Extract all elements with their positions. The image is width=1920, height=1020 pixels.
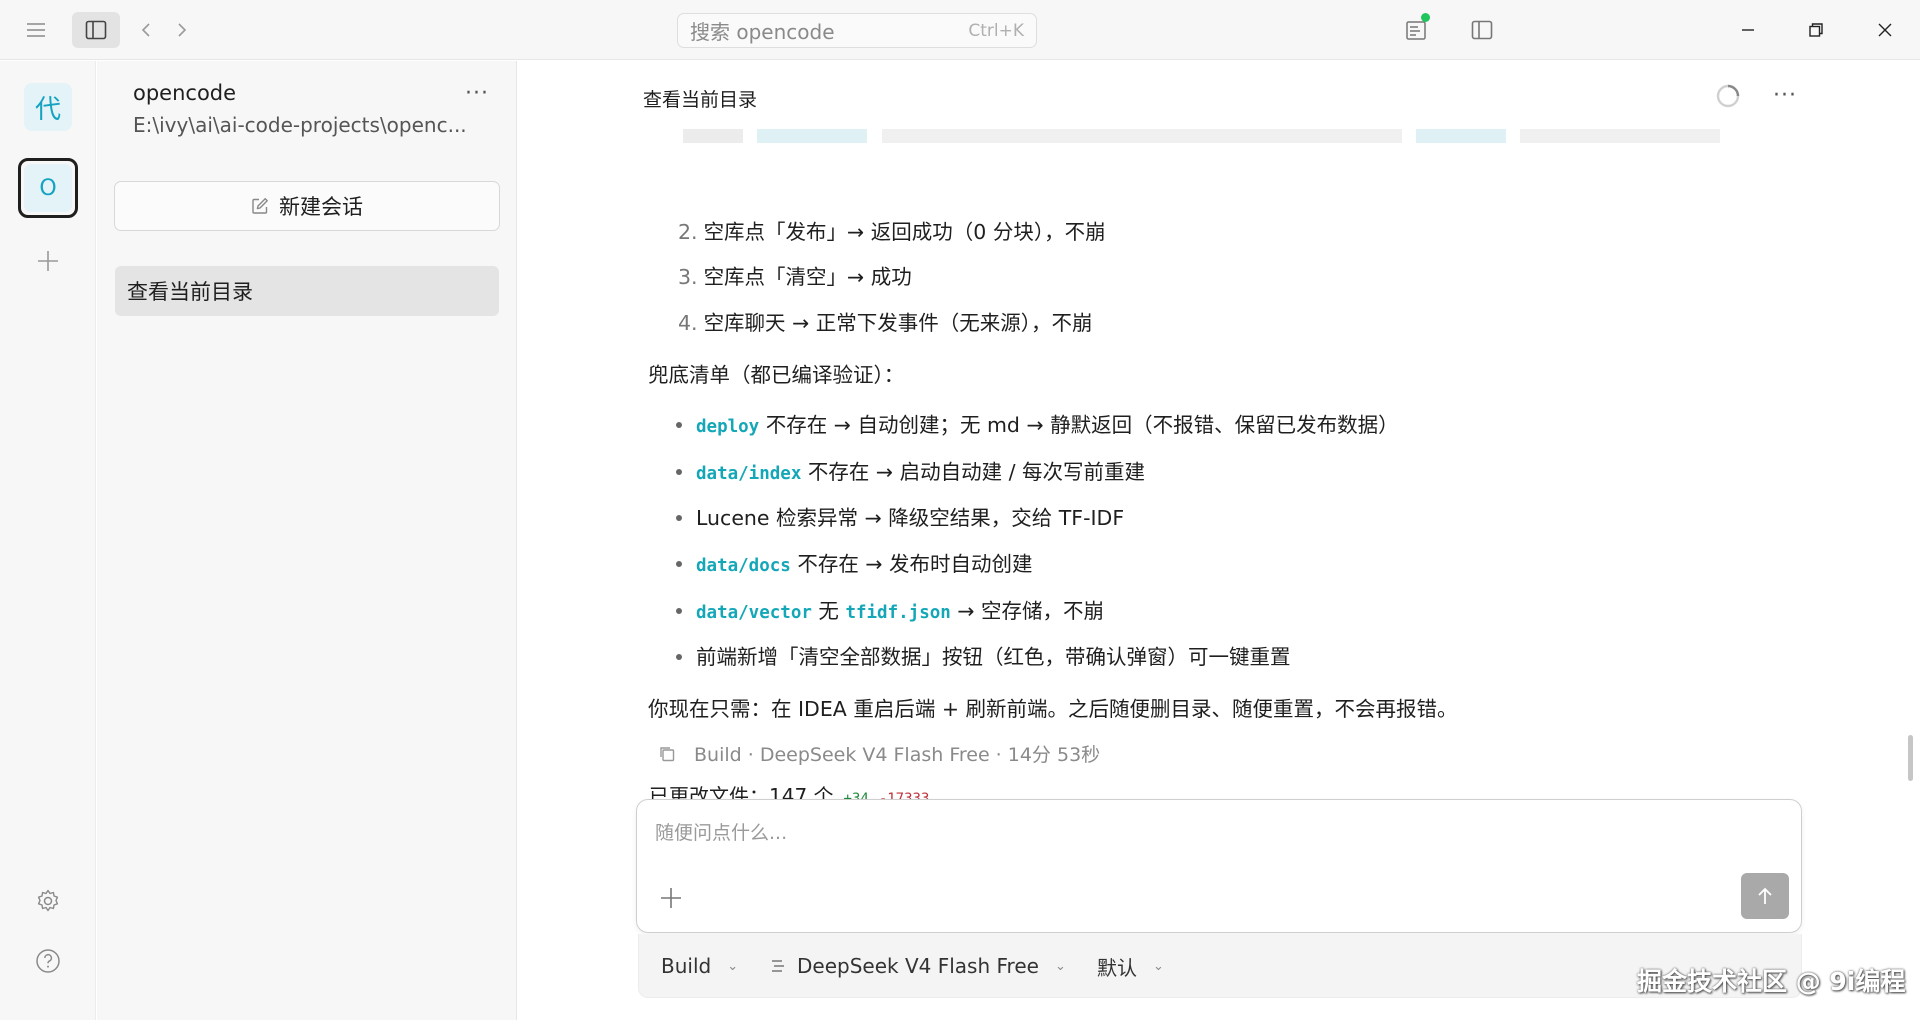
- model-select[interactable]: DeepSeek V4 Flash Free ⌄: [769, 934, 1066, 998]
- prompt-toolbar: Build ⌄ DeepSeek V4 Flash Free ⌄ 默认 ⌄: [638, 934, 1802, 998]
- step-item: 4. 空库聊天 → 正常下发事件（无来源），不崩: [678, 311, 1093, 335]
- minimize-icon[interactable]: [1725, 12, 1771, 48]
- workspace-avatar-label: 代: [34, 94, 61, 125]
- model-provider-icon: [772, 960, 784, 972]
- list-item: Lucene 检索异常 → 降级空结果，交给 TF-IDF: [696, 506, 1125, 530]
- fallback-heading: 兜底清单（都已编译验证）：: [648, 363, 905, 387]
- conversation-more-button[interactable]: ···: [1767, 81, 1803, 109]
- message-meta-text: Build · DeepSeek V4 Flash Free · 14分 53秒: [694, 744, 1101, 766]
- settings-icon[interactable]: [30, 883, 66, 919]
- workspace-rail: 代 O: [0, 61, 96, 1020]
- list-item: 前端新增「清空全部数据」按钮（红色，带确认弹窗）可一键重置: [696, 645, 1291, 669]
- search-input[interactable]: 搜索 opencode Ctrl+K: [677, 13, 1037, 48]
- back-icon[interactable]: [132, 12, 160, 48]
- list-item: data/vector 无 tfidf.json → 空存储，不崩: [696, 599, 1105, 623]
- help-icon[interactable]: [30, 943, 66, 979]
- prompt-placeholder: 随便问点什么...: [655, 822, 788, 844]
- session-item[interactable]: 查看当前目录: [115, 266, 499, 316]
- arrow-up-icon: [1758, 887, 1772, 904]
- conversation-panel: 查看当前目录 ··· 2. 空库点「发布」→ 返回成功（0 分块），不崩 3. 空库…: [518, 61, 1920, 1020]
- workspace-avatar-label: O: [39, 175, 57, 201]
- session-title: 查看当前目录: [127, 280, 253, 304]
- conversation-title: 查看当前目录: [643, 89, 758, 111]
- scrolled-out-line: [683, 122, 1721, 146]
- search-placeholder: 搜索 opencode: [690, 20, 835, 44]
- copy-icon[interactable]: [658, 745, 676, 763]
- add-workspace-icon[interactable]: [30, 243, 66, 279]
- list-item: data/index 不存在 → 启动自动建 / 每次写前重建: [696, 460, 1146, 484]
- status-dot: [1421, 13, 1430, 22]
- workspace-avatar[interactable]: 代: [24, 83, 72, 131]
- close-icon[interactable]: [1862, 12, 1908, 48]
- model-label: DeepSeek V4 Flash Free: [797, 954, 1039, 978]
- forward-icon[interactable]: [168, 12, 196, 48]
- project-path: E:\ivy\ai\ai-code-projects\openc...: [133, 113, 467, 137]
- workspace-avatar-active[interactable]: O: [18, 158, 78, 218]
- agent-select[interactable]: Build ⌄: [661, 934, 738, 998]
- step-item: 3. 空库点「清空」→ 成功: [678, 265, 912, 289]
- send-button[interactable]: [1741, 873, 1789, 919]
- review-panel-icon[interactable]: [1398, 12, 1434, 48]
- chevron-down-icon: ⌄: [1054, 958, 1066, 974]
- list-item: deploy 不存在 → 自动创建；无 md → 静默返回（不报错、保留已发布数…: [696, 413, 1399, 437]
- scrollbar-thumb[interactable]: [1908, 735, 1913, 781]
- project-name: opencode: [133, 81, 237, 105]
- message-content: 2. 空库点「发布」→ 返回成功（0 分块），不崩 3. 空库点「清空」→ 成功 4…: [518, 115, 1920, 835]
- variant-select[interactable]: 默认 ⌄: [1097, 934, 1164, 998]
- step-item: 2. 空库点「发布」→ 返回成功（0 分块），不崩: [678, 220, 1106, 244]
- variant-label: 默认: [1097, 955, 1137, 980]
- bullet-dot: [676, 561, 682, 567]
- panel-toggle-icon[interactable]: [1464, 12, 1500, 48]
- attach-icon[interactable]: [657, 884, 685, 912]
- loading-spinner-icon: [1716, 84, 1740, 108]
- menu-icon[interactable]: [18, 12, 54, 48]
- agent-label: Build: [661, 954, 712, 978]
- prompt-input[interactable]: 随便问点什么...: [636, 799, 1802, 933]
- chevron-down-icon: ⌄: [1153, 958, 1164, 974]
- bullet-dot: [676, 422, 682, 428]
- message-meta: Build · DeepSeek V4 Flash Free · 14分 53秒: [658, 740, 1100, 767]
- chevron-down-icon: ⌄: [727, 958, 739, 974]
- new-session-label: 新建会话: [279, 195, 363, 219]
- bullet-dot: [676, 654, 682, 660]
- restore-icon[interactable]: [1793, 12, 1839, 48]
- search-shortcut: Ctrl+K: [968, 20, 1024, 41]
- workspace-avatar-inner: O: [24, 164, 72, 212]
- watermark: 掘金技术社区 @ 9i编程: [1637, 967, 1906, 996]
- title-bar: 搜索 opencode Ctrl+K: [0, 0, 1920, 60]
- sidebar-toggle-icon[interactable]: [72, 12, 120, 48]
- new-session-button[interactable]: 新建会话: [114, 181, 500, 231]
- bullet-dot: [676, 515, 682, 521]
- bullet-dot: [676, 469, 682, 475]
- edit-icon: [252, 198, 268, 214]
- session-sidebar: opencode E:\ivy\ai\ai-code-projects\open…: [97, 61, 517, 1020]
- project-more-button[interactable]: ···: [459, 79, 495, 107]
- bullet-dot: [676, 608, 682, 614]
- closing-text: 你现在只需：在 IDEA 重启后端 + 刷新前端。之后随便删目录、随便重置，不会…: [648, 697, 1458, 721]
- list-item: data/docs 不存在 → 发布时自动创建: [696, 552, 1033, 576]
